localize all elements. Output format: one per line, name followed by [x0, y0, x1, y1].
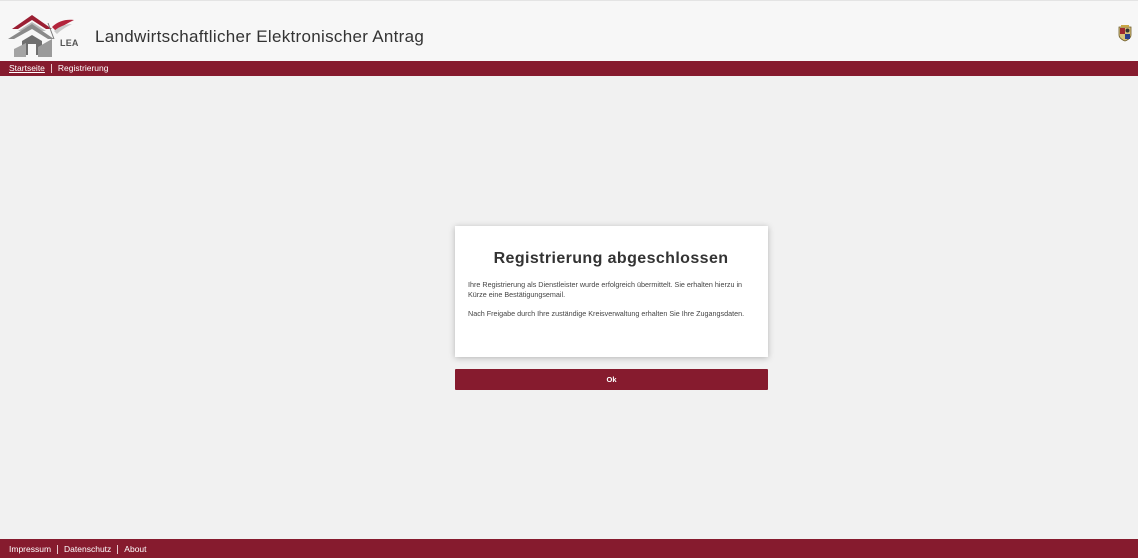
breadcrumb-separator: [50, 64, 52, 73]
footer-separator: [57, 544, 59, 554]
breadcrumb-registrierung: Registrierung: [57, 63, 109, 73]
dialog-paragraph-2: Nach Freigabe durch Ihre zuständige Krei…: [468, 309, 745, 319]
lea-logo-icon[interactable]: [8, 9, 86, 61]
app-title: Landwirtschaftlicher Elektronischer Antr…: [95, 27, 425, 46]
app-footer: Impressum Datenschutz About: [0, 539, 1138, 558]
confirmation-dialog: Registrierung abgeschlossen Ihre Registr…: [455, 226, 768, 357]
dialog-title: Registrierung abgeschlossen: [493, 250, 729, 267]
footer-link-datenschutz[interactable]: Datenschutz: [64, 539, 111, 558]
footer-link-impressum[interactable]: Impressum: [9, 539, 51, 558]
breadcrumb-startseite-link[interactable]: Startseite: [9, 61, 45, 76]
ok-button[interactable]: Ok: [455, 369, 768, 390]
footer-link-about[interactable]: About: [124, 539, 146, 558]
footer-separator: [117, 544, 119, 554]
dialog-paragraph-1: Ihre Registrierung als Dienstleister wur…: [468, 280, 743, 299]
logo-text: LEA: [60, 38, 79, 48]
app-header: LEA Landwirtschaftlicher Elektronischer …: [0, 0, 1138, 61]
state-crest-icon: [1118, 25, 1132, 42]
breadcrumb-bar: Startseite Registrierung: [0, 61, 1138, 76]
